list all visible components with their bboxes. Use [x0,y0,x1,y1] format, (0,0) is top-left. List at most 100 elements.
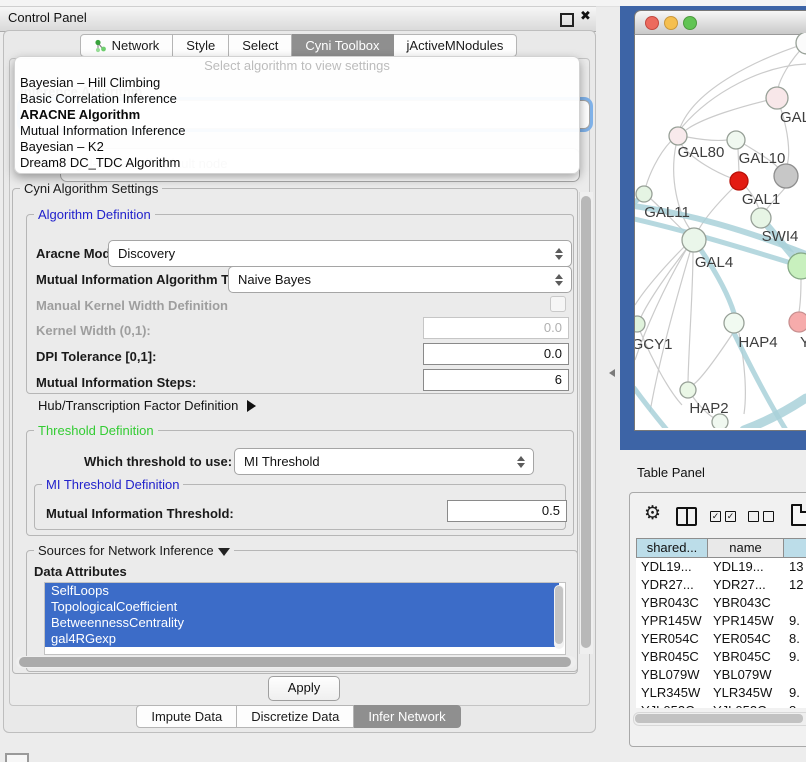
network-window-titlebar[interactable] [634,10,806,35]
tab-jactivemnodules[interactable]: jActiveMNodules [394,34,518,57]
gear-icon[interactable]: ⚙ [644,503,661,523]
minimize-window-button[interactable] [664,16,678,30]
dpi-tolerance-field[interactable]: 0.0 [423,343,569,365]
network-node-gal80[interactable] [669,127,687,145]
close-panel-icon[interactable]: ✖ [580,8,591,24]
network-canvas[interactable]: GALGAL80GAL10GAL1SWI4GAL11GAL4GCY1HAP4YH… [635,33,806,428]
network-node-gal1[interactable] [730,172,748,190]
network-node-gal10[interactable] [727,131,745,149]
attribute-item-betweennesscentrality[interactable]: BetweennessCentrality [45,615,559,631]
data-attributes-list[interactable]: SelfLoopsTopologicalCoefficientBetweenne… [44,582,566,655]
table-cell[interactable]: YJL052C [708,702,784,708]
column-header-name[interactable]: name [708,538,784,558]
network-node[interactable] [774,164,798,188]
tab-select[interactable]: Select [229,34,292,57]
table-cell[interactable]: YBR043C [708,594,784,612]
table-row[interactable]: YBL079WYBL079W [636,666,806,684]
network-node-gal4[interactable] [682,228,706,252]
tab-impute-data[interactable]: Impute Data [136,705,237,728]
tab-cyni-toolbox[interactable]: Cyni Toolbox [292,34,393,57]
table-cell[interactable]: YBR045C [708,648,784,666]
table-cell[interactable]: 9. [784,648,806,666]
table-cell[interactable]: YLR345W [636,684,708,702]
table-cell[interactable]: YBR043C [636,594,708,612]
list-vertical-scrollbar[interactable] [554,585,564,649]
table-row[interactable]: YLR345WYLR345W9. [636,684,806,702]
table-cell[interactable]: YJL052C [636,702,708,708]
table-row[interactable]: YPR145WYPR145W9. [636,612,806,630]
table-cell[interactable]: YPR145W [708,612,784,630]
network-edge[interactable] [635,247,684,305]
network-node-gal11[interactable] [636,186,652,202]
network-edge[interactable] [694,333,733,384]
attribute-item-selfloops[interactable]: SelfLoops [45,583,559,599]
network-node-hap4[interactable] [724,313,744,333]
table-cell[interactable]: 12 [784,576,806,594]
network-edge-highlighted[interactable] [635,388,667,428]
manual-kernel-checkbox[interactable] [550,296,566,312]
column-header-partial[interactable] [784,538,806,558]
table-cell[interactable]: YDL19... [708,558,784,576]
network-node[interactable] [796,33,806,54]
table-hscroll-thumb[interactable] [635,714,803,723]
table-row[interactable]: YER054CYER054C8. [636,630,806,648]
mi-type-combo[interactable]: Naive Bayes [228,266,572,293]
table-cell[interactable]: YPR145W [636,612,708,630]
network-node-gcy1[interactable] [635,316,645,332]
table-row[interactable]: YBR043CYBR043C [636,594,806,612]
table-row[interactable]: YBR045CYBR045C9. [636,648,806,666]
attribute-item-topologicalcoefficient[interactable]: TopologicalCoefficient [45,599,559,615]
table-cell[interactable]: YBR045C [636,648,708,666]
network-edge[interactable] [686,98,777,130]
algorithm-option-bayesian-hill-climbing[interactable]: Bayesian – Hill Climbing [15,75,579,91]
close-window-button[interactable] [645,16,659,30]
network-node-swi4[interactable] [751,208,771,228]
network-edge[interactable] [688,252,693,382]
which-threshold-combo[interactable]: MI Threshold [234,448,534,475]
table-cell[interactable]: YDR27... [636,576,708,594]
tab-style[interactable]: Style [173,34,229,57]
table-row[interactable]: YJL052CYJL052C8 [636,702,806,708]
algorithm-option-bayesian-k2[interactable]: Bayesian – K2 [15,139,579,155]
network-node-hap2[interactable] [680,382,696,398]
aracne-mode-combo[interactable]: Discovery [108,240,572,267]
network-edge-highlighted[interactable] [744,398,806,428]
table-cell[interactable]: 13 [784,558,806,576]
table-cell[interactable]: YER054C [708,630,784,648]
algorithm-option-aracne-algorithm[interactable]: ARACNE Algorithm [15,107,579,123]
collapse-down-icon[interactable] [218,548,230,556]
kernel-width-field[interactable]: 0.0 [423,317,569,339]
table-cell[interactable]: YLR345W [708,684,784,702]
mi-steps-field[interactable]: 6 [423,369,569,391]
table-cell[interactable]: YDR27... [708,576,784,594]
float-panel-icon[interactable] [560,13,574,27]
table-cell[interactable]: YBL079W [708,666,784,684]
split-columns-icon[interactable] [676,507,697,526]
network-edge[interactable] [799,279,801,312]
hub-definition-expander[interactable]: Hub/Transcription Factor Definition [38,398,256,413]
algorithm-option-dream8-dc-tdc-algorithm[interactable]: Dream8 DC_TDC Algorithm [15,155,579,171]
table-cell[interactable] [784,666,806,684]
column-header-shared[interactable]: shared... [636,538,708,558]
network-node-gal[interactable] [766,87,788,109]
apply-button[interactable]: Apply [268,676,340,701]
expand-right-icon[interactable] [247,400,256,412]
attribute-item-gal4rgexp[interactable]: gal4RGexp [45,631,559,647]
table-cell[interactable]: 9. [784,684,806,702]
tab-network[interactable]: Network [80,34,174,57]
algorithm-option-basic-correlation-inference[interactable]: Basic Correlation Inference [15,91,579,107]
table-cell[interactable]: 8. [784,630,806,648]
network-edge[interactable] [687,137,727,140]
network-node-y[interactable] [789,312,806,332]
checked-pair-icon[interactable]: ✓✓ [710,511,736,522]
table-cell[interactable]: YDL19... [636,558,708,576]
table-cell[interactable]: 9. [784,612,806,630]
page-icon[interactable] [791,504,806,526]
table-cell[interactable]: YER054C [636,630,708,648]
table-row[interactable]: YDR27...YDR27...12 [636,576,806,594]
table-cell[interactable]: 8 [784,702,806,708]
table-row[interactable]: YDL19...YDL19...13 [636,558,806,576]
tab-infer-network[interactable]: Infer Network [354,705,460,728]
algorithm-option-mutual-information-inference[interactable]: Mutual Information Inference [15,123,579,139]
table-cell[interactable]: YBL079W [636,666,708,684]
